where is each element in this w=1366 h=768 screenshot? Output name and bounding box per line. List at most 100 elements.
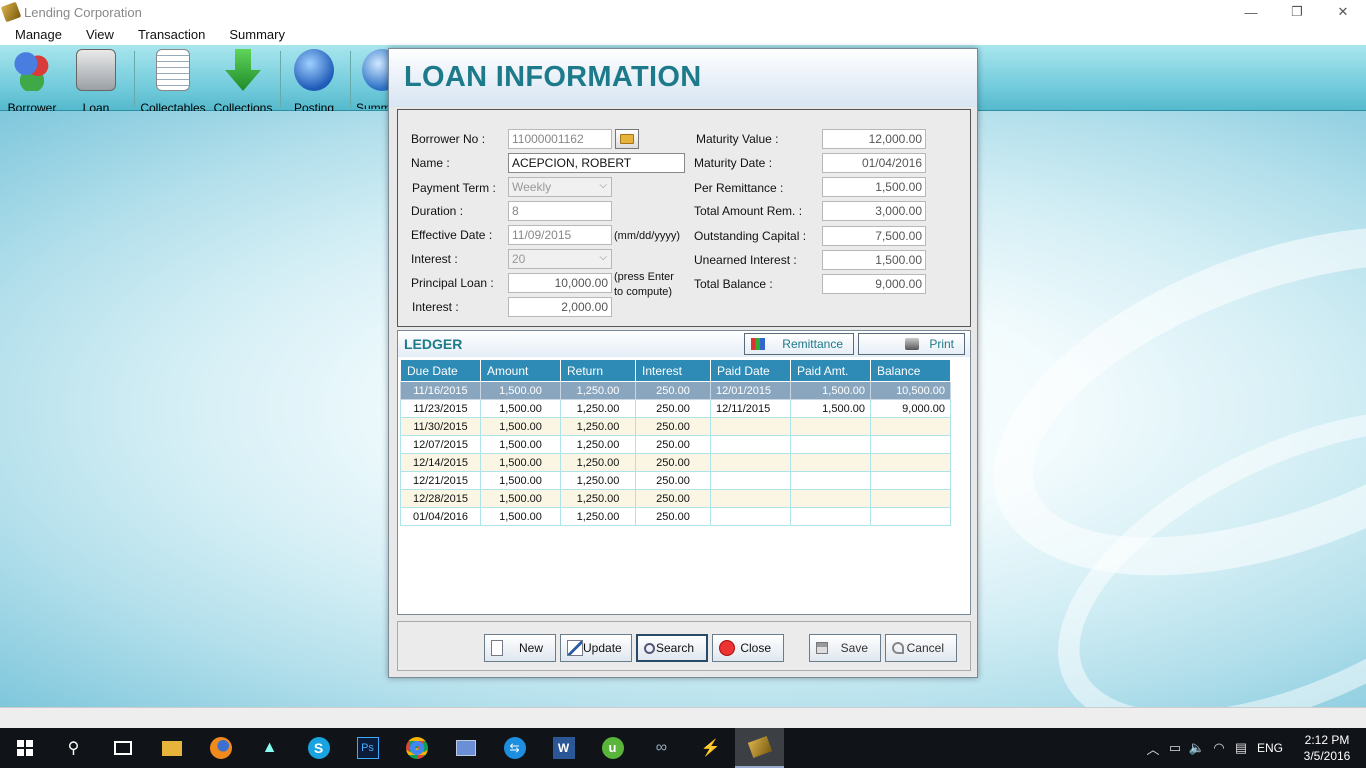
table-row[interactable]: 12/14/2015 1,500.00 1,250.00 250.00 [400, 453, 951, 472]
notepad-icon [156, 49, 190, 91]
close-button[interactable]: Close [712, 634, 784, 662]
table-row[interactable]: 12/07/2015 1,500.00 1,250.00 250.00 [400, 435, 951, 454]
interest-rate-value: 20 [512, 252, 526, 266]
cancel-button[interactable]: Cancel [885, 634, 957, 662]
clock[interactable]: 2:12 PM 3/5/2016 [1288, 732, 1366, 764]
lending-app-icon [747, 736, 772, 758]
balance-cell [870, 507, 951, 526]
language-indicator[interactable]: ENG [1252, 741, 1288, 755]
update-button[interactable]: Update [560, 634, 632, 662]
remittance-button[interactable]: Remittance [744, 333, 854, 355]
table-row[interactable]: 12/28/2015 1,500.00 1,250.00 250.00 [400, 489, 951, 508]
battery-icon[interactable]: ▭ [1164, 740, 1186, 756]
due-date-cell: 12/14/2015 [400, 453, 481, 472]
payment-term-select[interactable]: Weekly ⌵ [508, 177, 612, 197]
maturity-value-field: 12,000.00 [822, 129, 926, 149]
wifi-icon[interactable]: ◠ [1208, 740, 1230, 756]
balance-cell: 10,500.00 [870, 381, 951, 400]
table-row[interactable]: 11/30/2015 1,500.00 1,250.00 250.00 [400, 417, 951, 436]
undo-icon [892, 642, 904, 654]
total-amount-rem-field: 3,000.00 [822, 201, 926, 221]
start-button[interactable] [0, 728, 49, 768]
close-window-button[interactable]: ✕ [1320, 0, 1366, 24]
paid-amt-cell: 1,500.00 [790, 399, 871, 418]
search-taskbar-button[interactable]: ⚲ [49, 728, 98, 768]
balance-cell [870, 453, 951, 472]
maturity-value-label: Maturity Value : [696, 132, 779, 146]
compute-hint-line2: to compute) [614, 286, 673, 298]
amount-cell: 1,500.00 [480, 453, 561, 472]
save-button[interactable]: Save [809, 634, 881, 662]
people-icon [12, 49, 52, 91]
lending-app-taskbar[interactable] [735, 728, 784, 768]
photoshop-taskbar[interactable]: Ps [343, 728, 392, 768]
print-button[interactable]: Print [858, 333, 965, 355]
return-cell: 1,250.00 [560, 471, 636, 490]
borrower-no-field[interactable]: 11000001162 [508, 129, 612, 149]
show-hidden-icons-button[interactable]: ︿ [1142, 739, 1164, 758]
collections-button[interactable]: Collections [212, 49, 274, 115]
loan-button[interactable]: Loan [70, 49, 122, 115]
photoshop-icon: Ps [356, 737, 379, 759]
table-row[interactable]: 11/16/2015 1,500.00 1,250.00 250.00 12/0… [400, 381, 951, 400]
payment-term-label: Payment Term : [412, 181, 496, 195]
col-interest[interactable]: Interest [635, 359, 711, 382]
file-explorer-taskbar[interactable] [147, 728, 196, 768]
table-row[interactable]: 12/21/2015 1,500.00 1,250.00 250.00 [400, 471, 951, 490]
firefox-taskbar[interactable] [196, 728, 245, 768]
paid-date-cell: 12/01/2015 [710, 381, 791, 400]
table-row[interactable]: 11/23/2015 1,500.00 1,250.00 250.00 12/1… [400, 399, 951, 418]
name-field[interactable]: ACEPCION, ROBERT [508, 153, 685, 173]
network-app-taskbar[interactable] [441, 728, 490, 768]
col-return[interactable]: Return [560, 359, 636, 382]
col-amount[interactable]: Amount [480, 359, 561, 382]
teamviewer-taskbar[interactable]: ⇆ [490, 728, 539, 768]
app-taskbar-2[interactable]: ∞ [637, 728, 686, 768]
action-center-icon[interactable]: ▤ [1230, 740, 1252, 756]
interest-amount-field[interactable]: 2,000.00 [508, 297, 612, 317]
search-button[interactable]: Search [636, 634, 708, 662]
summary-button[interactable]: Summ [356, 49, 390, 109]
maximize-button[interactable]: ❐ [1274, 0, 1320, 24]
principal-loan-field[interactable]: 10,000.00 [508, 273, 612, 293]
globe-icon [294, 49, 334, 91]
download-arrow-icon [225, 49, 261, 91]
interest-rate-label: Interest : [411, 252, 458, 266]
menu-manage[interactable]: Manage [0, 27, 71, 42]
duration-field[interactable]: 8 [508, 201, 612, 221]
col-due-date[interactable]: Due Date [400, 359, 481, 382]
menu-transaction[interactable]: Transaction [123, 27, 214, 42]
menu-view[interactable]: View [71, 27, 123, 42]
app-taskbar-1[interactable]: ▲ [245, 728, 294, 768]
task-view-icon [113, 741, 132, 755]
minimize-button[interactable]: — [1228, 0, 1274, 24]
interest-rate-select[interactable]: 20 ⌵ [508, 249, 612, 269]
cash-register-icon [76, 49, 116, 91]
new-button[interactable]: New [484, 634, 556, 662]
amount-cell: 1,500.00 [480, 489, 561, 508]
utorrent-taskbar[interactable]: u [588, 728, 637, 768]
task-view-button[interactable] [98, 728, 147, 768]
volume-icon[interactable]: 🔈 [1186, 740, 1208, 756]
table-row[interactable]: 01/04/2016 1,500.00 1,250.00 250.00 [400, 507, 951, 526]
col-paid-amt[interactable]: Paid Amt. [790, 359, 871, 382]
menu-bar: Manage View Transaction Summary [0, 24, 1366, 45]
borrower-button[interactable]: Borrower [4, 49, 60, 115]
browse-borrower-button[interactable] [615, 129, 639, 149]
col-paid-date[interactable]: Paid Date [710, 359, 791, 382]
effective-date-field[interactable]: 11/09/2015 [508, 225, 612, 245]
taskbar: ⚲ ▲ S Ps ⇆ W u ∞ ⚡ ︿ ▭ 🔈 ◠ ▤ ENG 2:12 PM… [0, 728, 1366, 768]
posting-button[interactable]: Posting [288, 49, 340, 115]
clock-date: 3/5/2016 [1303, 749, 1351, 763]
windows-logo-icon [16, 740, 33, 756]
skype-taskbar[interactable]: S [294, 728, 343, 768]
paid-amt-cell: 1,500.00 [790, 381, 871, 400]
collectables-button[interactable]: Collectables [140, 49, 206, 115]
paid-date-cell [710, 417, 791, 436]
app-taskbar-3[interactable]: ⚡ [686, 728, 735, 768]
menu-summary[interactable]: Summary [214, 27, 294, 42]
col-balance[interactable]: Balance [870, 359, 951, 382]
action-button-bar: New Update Search Close Save Cancel [397, 621, 971, 671]
word-taskbar[interactable]: W [539, 728, 588, 768]
chrome-taskbar[interactable] [392, 728, 441, 768]
